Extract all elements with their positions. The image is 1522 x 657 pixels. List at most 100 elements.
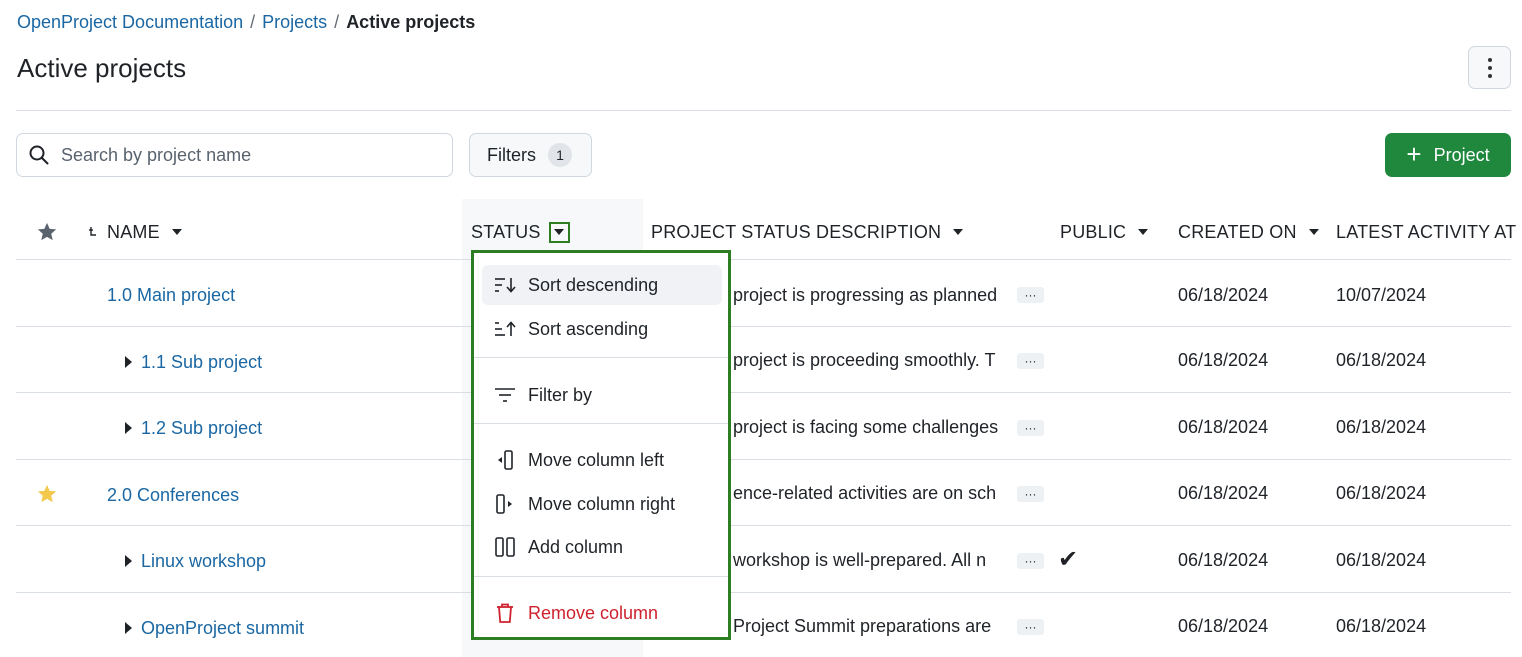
table-row-latest-activity: 06/18/2024	[1336, 416, 1427, 437]
breadcrumb-separator: /	[250, 11, 256, 32]
public-column-header[interactable]: PUBLIC	[1060, 220, 1149, 244]
menu-item-label: Sort ascending	[528, 318, 649, 339]
row-divider	[16, 259, 1511, 260]
menu-item-move-column-right[interactable]: Move column right	[482, 484, 722, 524]
status-column-label: STATUS	[471, 221, 541, 242]
menu-item-remove-column[interactable]: Remove column	[482, 593, 722, 633]
favorite-toggle[interactable]	[36, 482, 58, 506]
table-row-description: Project Summit preparations are	[733, 615, 992, 636]
menu-item-sort-descending[interactable]: Sort descending	[482, 265, 722, 305]
project-link[interactable]: 1.2 Sub project	[141, 418, 262, 439]
header-divider	[16, 110, 1511, 111]
breadcrumb-current: Active projects	[346, 11, 476, 32]
star-filled-icon	[37, 484, 57, 503]
table-row-name[interactable]: 1.2 Sub project	[125, 416, 262, 440]
expand-description-button[interactable]: ···	[1017, 553, 1044, 569]
menu-item-label: Sort descending	[528, 274, 659, 295]
table-row-created-on: 06/18/2024	[1178, 284, 1269, 305]
table-row-description: project is progressing as planned	[733, 284, 998, 305]
name-column-label: NAME	[107, 221, 160, 242]
menu-item-label: Filter by	[528, 384, 593, 405]
trash-icon	[494, 602, 516, 624]
menu-item-move-column-left[interactable]: Move column left	[482, 440, 722, 480]
kebab-dot	[1487, 65, 1492, 70]
expand-caret-icon[interactable]	[125, 622, 132, 634]
caret-down-icon	[1308, 229, 1319, 235]
expand-caret-icon[interactable]	[125, 422, 132, 434]
created-on-column-label: CREATED ON	[1178, 221, 1297, 242]
status-column-header[interactable]: STATUS	[471, 220, 570, 244]
add-project-button[interactable]: + Project	[1385, 133, 1511, 177]
expand-caret-icon[interactable]	[125, 555, 132, 567]
table-row-name[interactable]: 2.0 Conferences	[107, 483, 239, 507]
project-link[interactable]: Linux workshop	[141, 551, 266, 572]
search-icon	[29, 145, 49, 165]
more-actions-button[interactable]	[1468, 46, 1511, 89]
plus-icon: +	[1406, 138, 1422, 169]
search-input[interactable]	[61, 144, 441, 166]
table-row-name[interactable]: 1.0 Main project	[107, 283, 235, 307]
name-column-header[interactable]: NAME	[88, 220, 182, 244]
table-row-name[interactable]: OpenProject summit	[125, 616, 304, 640]
table-row-latest-activity: 06/18/2024	[1336, 615, 1427, 636]
table-row-created-on: 06/18/2024	[1178, 349, 1269, 370]
table-row-description: project is proceeding smoothly. T	[733, 349, 996, 370]
filters-button[interactable]: Filters 1	[469, 133, 592, 177]
menu-separator	[474, 357, 728, 358]
table-row-name[interactable]: Linux workshop	[125, 549, 266, 573]
public-checkmark-icon: ✔	[1058, 545, 1079, 573]
row-divider	[16, 326, 1511, 327]
table-row-created-on: 06/18/2024	[1178, 549, 1269, 570]
menu-item-add-column[interactable]: Add column	[482, 527, 722, 567]
latest-activity-column-header[interactable]: LATEST ACTIVITY AT	[1336, 220, 1516, 244]
table-row-description: workshop is well-prepared. All n	[733, 549, 987, 570]
project-link[interactable]: OpenProject summit	[141, 618, 304, 639]
status-column-menu-toggle[interactable]	[548, 221, 570, 243]
hierarchy-icon	[89, 227, 96, 236]
favorite-column-header[interactable]	[36, 220, 58, 244]
expand-description-button[interactable]: ···	[1017, 619, 1044, 635]
table-row-name[interactable]: 1.1 Sub project	[125, 350, 262, 374]
menu-item-label: Remove column	[528, 602, 659, 623]
table-row-latest-activity: 06/18/2024	[1336, 549, 1427, 570]
expand-description-button[interactable]: ···	[1017, 486, 1044, 502]
filters-label: Filters	[487, 144, 536, 165]
row-divider	[16, 525, 1511, 526]
menu-item-label: Move column left	[528, 449, 665, 470]
project-link[interactable]: 2.0 Conferences	[107, 485, 239, 506]
table-row-description: project is facing some challenges	[733, 416, 999, 437]
add-project-label: Project	[1433, 144, 1490, 165]
expand-caret-icon[interactable]	[125, 356, 132, 368]
caret-down-icon	[171, 229, 182, 235]
caret-down-icon	[554, 229, 565, 235]
table-row-latest-activity: 10/07/2024	[1336, 284, 1427, 305]
menu-item-filter-by[interactable]: Filter by	[482, 375, 722, 415]
kebab-dot	[1487, 57, 1492, 62]
latest-activity-column-label: LATEST ACTIVITY AT	[1336, 221, 1517, 242]
sort-descending-icon	[494, 274, 516, 296]
filters-count-badge: 1	[548, 143, 572, 167]
search-box[interactable]	[16, 133, 453, 177]
breadcrumb-link-projects[interactable]: Projects	[262, 12, 327, 33]
move-left-icon	[494, 449, 516, 471]
breadcrumb-link-documentation[interactable]: OpenProject Documentation	[17, 12, 243, 33]
breadcrumb-separator: /	[334, 11, 340, 32]
description-column-header[interactable]: PROJECT STATUS DESCRIPTION	[651, 220, 964, 244]
filter-icon	[494, 384, 516, 406]
table-row-latest-activity: 06/18/2024	[1336, 349, 1427, 370]
expand-description-button[interactable]: ···	[1017, 420, 1044, 436]
project-link[interactable]: 1.0 Main project	[107, 285, 235, 306]
expand-description-button[interactable]: ···	[1017, 287, 1044, 303]
breadcrumb: OpenProject Documentation / Projects / A…	[17, 11, 475, 33]
expand-description-button[interactable]: ···	[1017, 353, 1044, 369]
created-on-column-header[interactable]: CREATED ON	[1178, 220, 1319, 244]
menu-item-label: Add column	[528, 536, 624, 557]
table-row-created-on: 06/18/2024	[1178, 482, 1269, 503]
description-column-label: PROJECT STATUS DESCRIPTION	[651, 221, 942, 242]
menu-item-label: Move column right	[528, 493, 676, 514]
menu-item-sort-ascending[interactable]: Sort ascending	[482, 309, 722, 349]
project-link[interactable]: 1.1 Sub project	[141, 352, 262, 373]
caret-down-icon	[1138, 229, 1149, 235]
page-title: Active projects	[17, 53, 187, 83]
table-row-created-on: 06/18/2024	[1178, 615, 1269, 636]
